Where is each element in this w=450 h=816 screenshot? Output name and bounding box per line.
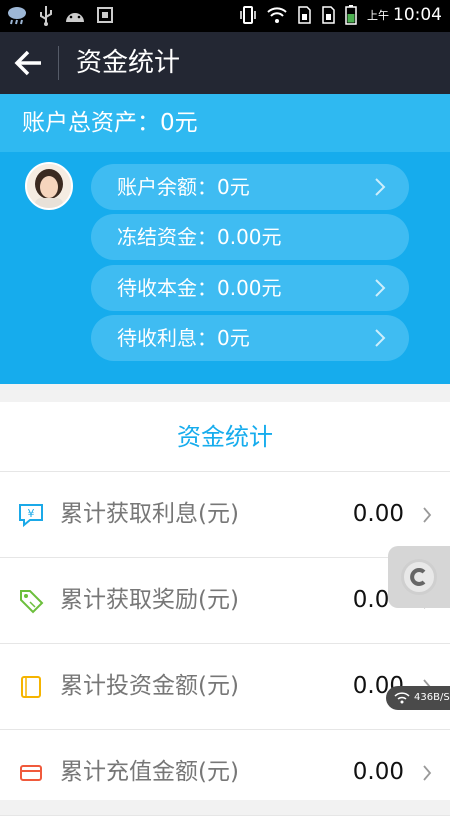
status-time: 10:04 [393, 5, 442, 25]
frozen-funds-text: 冻结资金：0.00元 [117, 225, 282, 249]
pending-principal-pill[interactable]: 待收本金：0.00元 [91, 265, 409, 311]
balance-text: 账户余额：0元 [117, 175, 250, 199]
android-icon [66, 13, 84, 22]
yen-chat-icon: ¥ [19, 504, 43, 528]
list-item-label: 累计投资金额(元) [60, 673, 239, 699]
chevron-right-icon [375, 279, 386, 297]
avatar[interactable] [25, 162, 73, 210]
list-item-label: 累计充值金额(元) [60, 759, 239, 785]
card-icon [20, 765, 42, 781]
chevron-right-icon [423, 507, 432, 523]
frozen-funds-pill: 冻结资金：0.00元 [91, 214, 409, 260]
back-arrow-icon[interactable] [14, 48, 44, 78]
battery-icon [345, 5, 357, 25]
vibrate-icon [240, 6, 256, 24]
total-assets-text: 账户总资产：0元 [22, 110, 198, 136]
list-item-investment[interactable]: 累计投资金额(元) 0.00 [0, 644, 450, 730]
net-speed-overlay: 436B/S [386, 686, 450, 710]
page-title: 资金统计 [76, 48, 181, 78]
list-item-interest[interactable]: ¥ 累计获取利息(元) 0.00 [0, 472, 450, 558]
wallet-icon [21, 676, 41, 698]
sim2-icon [322, 6, 335, 24]
account-summary: 账户总资产：0元 账户余额：0元 冻结资金：0.00元 待收本金：0.00元 待… [0, 94, 450, 384]
pending-interest-pill[interactable]: 待收利息：0元 [91, 315, 409, 361]
usb-icon [40, 6, 52, 26]
list-item-value: 0.00 [352, 501, 404, 527]
section-title: 资金统计 [0, 402, 450, 472]
chevron-right-icon [375, 178, 386, 196]
list-item-label: 累计获取奖励(元) [60, 587, 239, 613]
statistics-panel: 资金统计 ¥ 累计获取利息(元) 0.00 累计获取奖励(元) 0.00 累计投… [0, 402, 450, 816]
list-item-value: 0.00 [352, 759, 404, 785]
list-item-label: 累计获取利息(元) [60, 501, 239, 527]
list-item-rewards[interactable]: 累计获取奖励(元) 0.00 [0, 558, 450, 644]
screenshot-icon [97, 7, 113, 23]
list-item-recharge[interactable]: 累计充值金额(元) 0.00 [0, 730, 450, 816]
wifi-icon [394, 692, 410, 704]
sim1-icon [298, 6, 311, 24]
status-bar: 上午 10:04 [0, 0, 450, 32]
wifi-icon [267, 7, 287, 23]
price-tag-icon [20, 590, 44, 614]
net-speed-text: 436B/S [414, 692, 450, 703]
weather-rain-icon [8, 7, 26, 25]
pending-principal-text: 待收本金：0.00元 [117, 276, 282, 300]
svg-text:¥: ¥ [28, 507, 35, 520]
status-ampm: 上午 [367, 9, 389, 22]
pending-interest-text: 待收利息：0元 [117, 326, 250, 350]
total-assets-bar: 账户总资产：0元 [0, 94, 450, 152]
assistant-c-icon [401, 559, 437, 595]
chevron-right-icon [423, 765, 432, 781]
floating-assistant-button[interactable] [388, 546, 450, 608]
avatar-portrait-icon [27, 164, 71, 208]
chevron-right-icon [375, 329, 386, 347]
title-divider [58, 46, 59, 80]
title-bar: 资金统计 [0, 32, 450, 94]
balance-pill[interactable]: 账户余额：0元 [91, 164, 409, 210]
